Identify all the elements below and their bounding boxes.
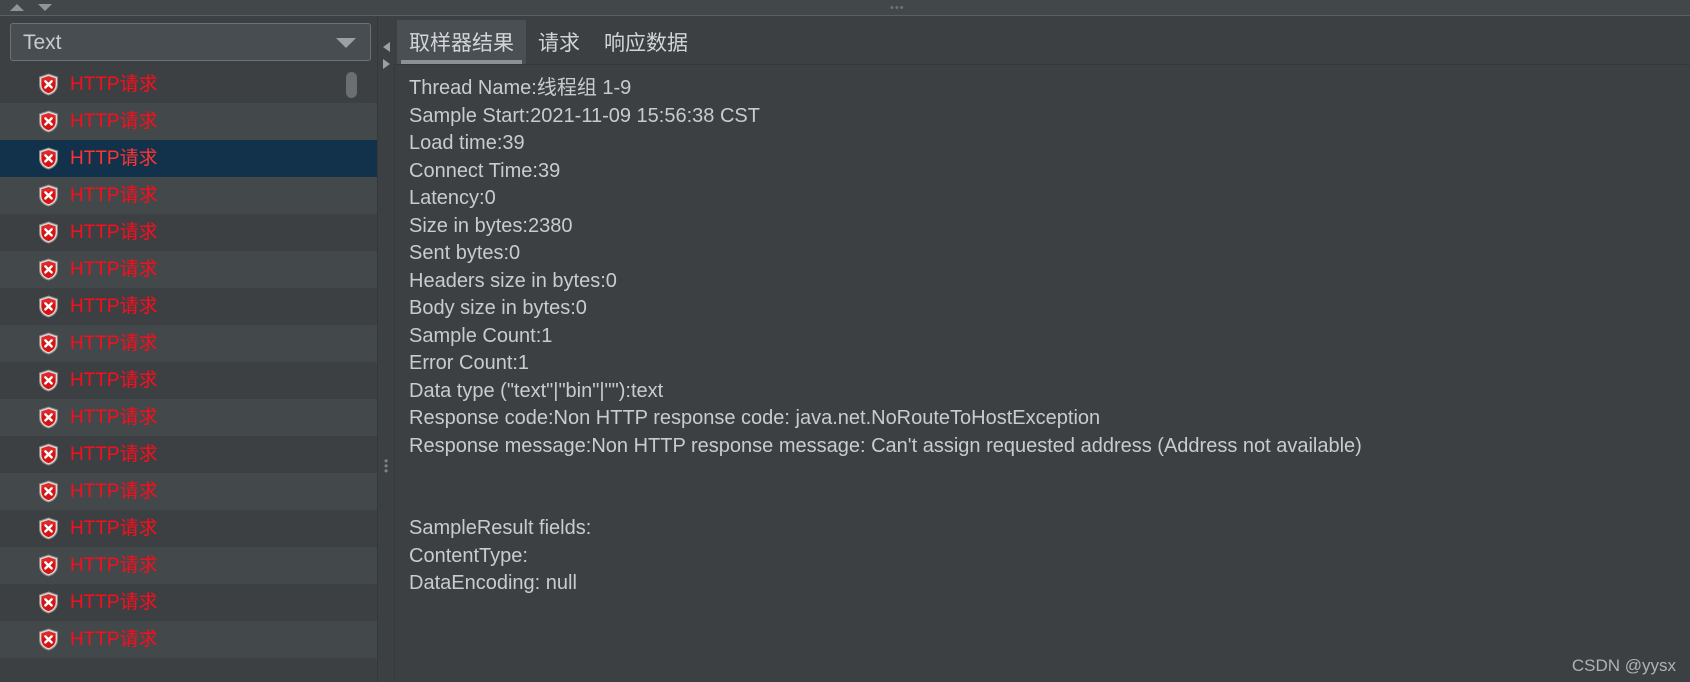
result-text-line: DataEncoding: null (409, 572, 577, 594)
result-text-line: Error Count:1 (409, 352, 530, 374)
error-shield-icon (38, 591, 59, 614)
list-item-label: HTTP请求 (70, 222, 158, 243)
splitter-collapse-buttons (380, 38, 393, 72)
result-text-line: Sent bytes:0 (409, 242, 521, 264)
error-shield-icon (38, 147, 59, 170)
list-item-label: HTTP请求 (70, 259, 158, 280)
sampler-results-list[interactable]: HTTP请求 HTTP请求 HTTP请求 HTTP请求 HTTP请求 HTTP请求 HTTP… (0, 66, 377, 658)
renderer-select-value: Text (23, 30, 62, 54)
list-item-label: HTTP请求 (70, 481, 158, 502)
result-tabs[interactable]: 取样器结果 请求 响应数据 (394, 16, 1690, 64)
result-text-line: Headers size in bytes:0 (409, 269, 617, 292)
triangle-down-icon (38, 4, 52, 11)
sort-descending-button[interactable] (34, 1, 56, 15)
list-item-label: HTTP请求 (70, 296, 158, 317)
error-shield-icon (38, 517, 59, 540)
list-item[interactable]: HTTP请求 (0, 288, 377, 325)
error-shield-icon (38, 369, 59, 392)
list-item-label: HTTP请求 (70, 555, 158, 576)
list-item[interactable]: HTTP请求 (0, 399, 377, 436)
results-list-scrollbar[interactable] (346, 66, 357, 682)
sampler-result-text[interactable]: Thread Name:线程组 1-9 Sample Start:2021-11-… (395, 65, 1690, 682)
error-shield-icon (38, 184, 59, 207)
result-text-line: Connect Time:39 (409, 159, 561, 182)
list-item[interactable]: HTTP请求 (0, 177, 377, 214)
list-item[interactable]: HTTP请求 (0, 510, 377, 547)
result-text-line: Load time:39 (409, 132, 525, 154)
window-drag-grip[interactable]: ••• (890, 3, 905, 14)
splitter-collapse-right-button[interactable] (380, 55, 393, 72)
splitter-collapse-left-button[interactable] (380, 38, 393, 55)
list-item-label: HTTP请求 (70, 370, 158, 391)
list-item-label: HTTP请求 (70, 629, 158, 650)
sampler-results-list-viewport: HTTP请求 HTTP请求 HTTP请求 HTTP请求 HTTP请求 HTTP请求 HTTP… (0, 66, 377, 682)
error-shield-icon (38, 110, 59, 133)
triangle-left-icon (383, 41, 390, 52)
chevron-down-icon (336, 38, 356, 48)
list-item[interactable]: HTTP请求 (0, 103, 377, 140)
list-item[interactable]: HTTP请求 (0, 436, 377, 473)
result-text-line (409, 460, 1678, 488)
list-item-label: HTTP请求 (70, 518, 158, 539)
main-split-container: Text HTTP请求 HTTP请求 HTTP请求 HTTP请求 HTTP请求 HTTP请… (0, 16, 1690, 682)
result-text-line: Response message:Non HTTP response messa… (409, 434, 1362, 457)
list-item-label: HTTP请求 (70, 333, 158, 354)
renderer-combo-container: Text (0, 16, 377, 66)
error-shield-icon (38, 480, 59, 503)
list-item-label: HTTP请求 (70, 74, 158, 95)
result-text-line (409, 488, 1678, 516)
list-item-label: HTTP请求 (70, 407, 158, 428)
list-item[interactable]: HTTP请求 (0, 140, 377, 177)
error-shield-icon (38, 258, 59, 281)
result-text-line: Sample Count:1 (409, 324, 553, 347)
result-detail-panel: 取样器结果 请求 响应数据 Thread Name:线程组 1-9 Sample St… (394, 16, 1690, 682)
list-item[interactable]: HTTP请求 (0, 473, 377, 510)
error-shield-icon (38, 628, 59, 651)
error-shield-icon (38, 443, 59, 466)
list-item[interactable]: HTTP请求 (0, 251, 377, 288)
renderer-select[interactable]: Text (10, 23, 371, 61)
list-item[interactable]: HTTP请求 (0, 584, 377, 621)
list-item-label: HTTP请求 (70, 185, 158, 206)
drag-dots-icon[interactable]: • • • (384, 455, 388, 477)
tab-0[interactable]: 取样器结果 (397, 20, 526, 64)
result-text-line: ContentType: (409, 544, 528, 567)
list-item-label: HTTP请求 (70, 111, 158, 132)
result-text-line: Body size in bytes:0 (409, 297, 587, 319)
error-shield-icon (38, 73, 59, 96)
list-item[interactable]: HTTP请求 (0, 325, 377, 362)
triangle-up-icon (10, 4, 24, 11)
result-text-line: Data type ("text"|"bin"|""):text (409, 379, 664, 402)
result-text-line: Sample Start:2021-11-09 15:56:38 CST (409, 104, 760, 127)
top-toolbar: ••• (0, 0, 1690, 16)
tab-2[interactable]: 响应数据 (592, 20, 700, 64)
error-shield-icon (38, 406, 59, 429)
list-item-label: HTTP请求 (70, 592, 158, 613)
list-item[interactable]: HTTP请求 (0, 547, 377, 584)
list-item-label: HTTP请求 (70, 444, 158, 465)
results-list-panel: Text HTTP请求 HTTP请求 HTTP请求 HTTP请求 HTTP请求 HTTP请… (0, 16, 377, 682)
list-item[interactable]: HTTP请求 (0, 214, 377, 251)
result-text-area-container: Thread Name:线程组 1-9 Sample Start:2021-11-… (394, 64, 1690, 682)
tab-1[interactable]: 请求 (526, 20, 592, 64)
results-list-scroll-thumb[interactable] (346, 72, 357, 98)
error-shield-icon (38, 554, 59, 577)
result-text-line: Latency:0 (409, 187, 496, 209)
sort-ascending-button[interactable] (6, 1, 28, 15)
jmeter-view-results-tree: ••• Text HTTP请求 HTTP请求 HTTP请求 HTTP请求 HTTP请求 H… (0, 0, 1690, 682)
list-item[interactable]: HTTP请求 (0, 621, 377, 658)
result-text-line: Thread Name:线程组 1-9 (409, 77, 632, 99)
list-item[interactable]: HTTP请求 (0, 362, 377, 399)
error-shield-icon (38, 295, 59, 318)
result-text-line: Response code:Non HTTP response code: ja… (409, 407, 1101, 429)
list-item-label: HTTP请求 (70, 148, 158, 169)
error-shield-icon (38, 221, 59, 244)
list-item[interactable]: HTTP请求 (0, 66, 377, 103)
result-text-line: SampleResult fields: (409, 517, 592, 539)
triangle-right-icon (383, 58, 390, 69)
error-shield-icon (38, 332, 59, 355)
result-text-line: Size in bytes:2380 (409, 214, 573, 237)
vertical-splitter[interactable]: • • • (377, 16, 394, 682)
